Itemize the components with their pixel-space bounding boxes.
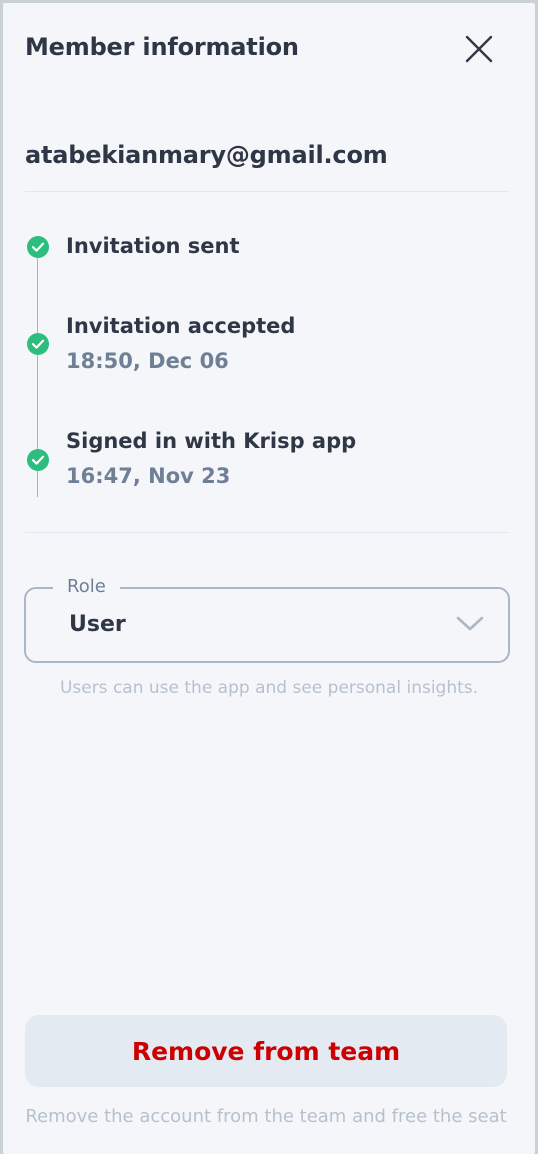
remove-hint: Remove the account from the team and fre… xyxy=(25,1106,507,1127)
chevron-down-icon[interactable] xyxy=(455,613,485,633)
timeline-step-time: 16:47, Nov 23 xyxy=(66,464,231,488)
member-info-panel: Member information atabekianmary@gmail.c… xyxy=(3,3,535,1154)
member-email: atabekianmary@gmail.com xyxy=(25,141,388,169)
panel-title: Member information xyxy=(25,33,299,61)
role-hint: Users can use the app and see personal i… xyxy=(59,678,479,698)
check-circle-icon xyxy=(27,449,49,471)
close-button[interactable] xyxy=(459,29,499,69)
check-circle-icon xyxy=(27,236,49,258)
close-icon xyxy=(465,35,493,63)
divider xyxy=(25,532,509,533)
timeline-step-title: Invitation sent xyxy=(66,234,240,258)
remove-from-team-button[interactable]: Remove from team xyxy=(25,1015,507,1087)
timeline-step-time: 18:50, Dec 06 xyxy=(66,349,229,373)
timeline-step-title: Invitation accepted xyxy=(66,314,296,338)
divider xyxy=(25,191,509,192)
role-label: Role xyxy=(53,576,120,597)
role-value[interactable]: User xyxy=(69,612,126,637)
timeline-step-title: Signed in with Krisp app xyxy=(66,429,357,453)
check-circle-icon xyxy=(27,333,49,355)
